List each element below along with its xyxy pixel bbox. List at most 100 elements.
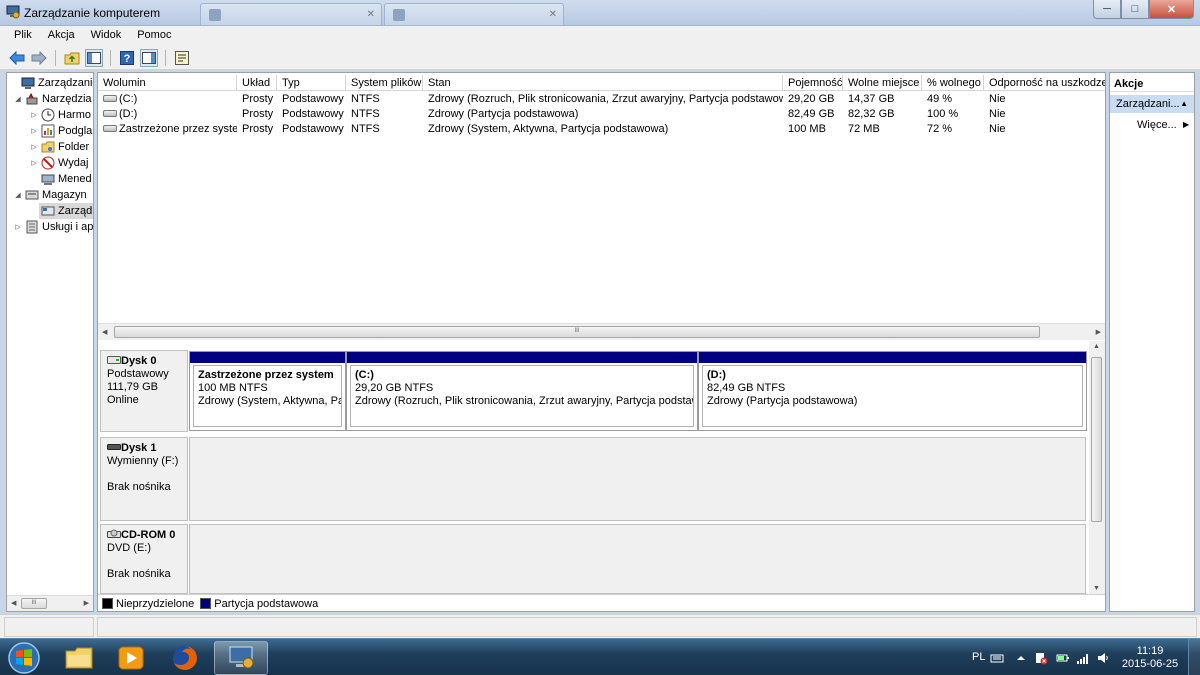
taskbar-computer-management[interactable] [214, 641, 268, 675]
back-button[interactable] [8, 49, 26, 67]
start-button[interactable] [4, 641, 44, 675]
keyboard-icon[interactable] [990, 651, 1004, 665]
menu-file[interactable]: Plik [6, 26, 40, 46]
menu-help[interactable]: Pomoc [129, 26, 179, 46]
show-hide-tree-button[interactable] [85, 48, 103, 67]
partition-system-reserved[interactable]: Zastrzeżone przez system 100 MB NTFS Zdr… [189, 351, 346, 431]
taskbar: PL 11:19 2015-06-25 [0, 638, 1200, 675]
network-signal-icon[interactable] [1076, 651, 1090, 665]
tree-item-device-manager[interactable]: Mened [39, 171, 92, 187]
help-button[interactable]: ? [118, 49, 136, 67]
table-row[interactable]: (D:) Prosty Podstawowy NTFS Zdrowy (Part… [98, 107, 1105, 122]
tree-item-task-scheduler[interactable]: ▷ Harmo [29, 107, 91, 123]
tree-item-event-viewer[interactable]: ▷ Podgla [29, 123, 92, 139]
minimize-button[interactable]: ─ [1093, 0, 1121, 19]
taskbar-media-player[interactable] [104, 641, 158, 675]
background-window-tab[interactable]: ✕ [384, 3, 564, 25]
column-header-status[interactable]: Stan [423, 75, 783, 91]
chevron-right-icon[interactable]: ▷ [29, 111, 39, 119]
chevron-expanded-icon[interactable]: ◢ [13, 95, 23, 103]
language-indicator[interactable]: PL [972, 651, 985, 663]
table-row[interactable]: (C:) Prosty Podstawowy NTFS Zdrowy (Rozr… [98, 92, 1105, 107]
scroll-up-icon[interactable]: ▲ [1093, 343, 1100, 350]
taskbar-explorer[interactable] [52, 641, 106, 675]
scroll-right-icon[interactable]: ▶ [1096, 328, 1101, 336]
tree-horizontal-scrollbar[interactable]: ◀ III ▶ [7, 595, 93, 611]
cdrom-0-label[interactable]: CD-ROM 0 DVD (E:) Brak nośnika [100, 524, 188, 594]
chevron-right-icon[interactable]: ▷ [29, 143, 39, 151]
volume-icon[interactable] [1096, 651, 1110, 665]
tree-item-system-tools[interactable]: ◢ Narzędzia [13, 91, 92, 107]
toolbar: ? [0, 46, 1200, 70]
column-header-type[interactable]: Typ [277, 75, 346, 91]
background-window-tab[interactable]: ✕ [200, 3, 382, 25]
tree-item-services-applications[interactable]: ▷ Usługi i ap [13, 219, 93, 235]
column-header-file-system[interactable]: System plików [346, 75, 423, 91]
show-desktop-button[interactable] [1188, 639, 1200, 675]
tree-item-storage[interactable]: ◢ Magazyn [13, 187, 86, 203]
chevron-right-icon[interactable]: ▷ [29, 127, 39, 135]
table-cell: NTFS [351, 108, 380, 120]
properties-button[interactable] [173, 49, 191, 67]
partition-c[interactable]: (C:) 29,20 GB NTFS Zdrowy (Rozruch, Plik… [346, 351, 698, 431]
close-icon[interactable]: ✕ [367, 9, 375, 20]
clock[interactable]: 11:19 2015-06-25 [1118, 645, 1182, 671]
tree-item-computer-management[interactable]: Zarządzanie k [9, 75, 93, 91]
scroll-right-icon[interactable]: ▶ [84, 599, 89, 607]
column-header-percent-free[interactable]: % wolnego [922, 75, 984, 91]
chevron-expanded-icon[interactable]: ◢ [13, 191, 23, 199]
disk-0-label[interactable]: Dysk 0 Podstawowy 111,79 GB Online [100, 350, 188, 432]
table-cell: Podstawowy [282, 108, 344, 120]
partition-size: 29,20 GB NTFS [355, 382, 434, 394]
tree-item-disk-management[interactable]: Zarząd [39, 203, 93, 219]
taskbar-firefox[interactable] [158, 641, 212, 675]
table-cell: 49 % [927, 93, 953, 105]
column-header-layout[interactable]: Układ [237, 75, 277, 91]
tree-item-performance[interactable]: ▷ Wydaj [29, 155, 88, 171]
volume-list-horizontal-scrollbar[interactable]: ◀ III ▶ [98, 323, 1105, 340]
more-actions-item[interactable]: Więce... ▶ [1137, 119, 1189, 131]
menu-view[interactable]: Widok [83, 26, 130, 46]
action-center-icon[interactable] [1034, 651, 1048, 665]
partition-status: Zdrowy (Partycja podstawowa) [707, 395, 858, 407]
show-hidden-icons-icon[interactable] [1014, 651, 1028, 665]
close-button[interactable]: ✕ [1149, 0, 1194, 19]
scroll-down-icon[interactable]: ▼ [1093, 585, 1100, 592]
up-folder-button[interactable] [63, 49, 81, 67]
table-cell: Zdrowy (Rozruch, Plik stronicowania, Zrz… [428, 93, 783, 105]
scroll-thumb[interactable]: III [114, 326, 1040, 338]
actions-header: Akcje [1110, 76, 1194, 92]
scroll-left-icon[interactable]: ◀ [11, 599, 16, 607]
disk-1-area[interactable] [189, 437, 1086, 521]
tree-item-shared-folders[interactable]: ▷ Folder [29, 139, 89, 155]
partition-d[interactable]: (D:) 82,49 GB NTFS Zdrowy (Partycja pods… [698, 351, 1087, 431]
scroll-thumb[interactable] [1091, 357, 1102, 522]
power-icon[interactable] [1056, 651, 1070, 665]
scroll-thumb[interactable]: III [21, 598, 47, 609]
chevron-right-icon[interactable]: ▷ [29, 159, 39, 167]
partition-type-bar [699, 352, 1086, 363]
table-row[interactable]: Zastrzeżone przez system Prosty Podstawo… [98, 122, 1105, 137]
menu-action[interactable]: Akcja [40, 26, 83, 46]
show-hide-action-pane-button[interactable] [140, 48, 158, 67]
column-header-volume[interactable]: Wolumin [98, 75, 237, 91]
close-icon[interactable]: ✕ [549, 9, 557, 20]
column-header-free-space[interactable]: Wolne miejsce [843, 75, 922, 91]
column-header-fault-tolerance[interactable]: Odporność na uszkodzenia [984, 75, 1105, 91]
disk-graphical-view: Dysk 0 Podstawowy 111,79 GB Online Zastr… [98, 341, 1088, 594]
disk-1-label[interactable]: Dysk 1 Wymienny (F:) Brak nośnika [100, 437, 188, 521]
collapse-icon[interactable]: ▲ [1180, 99, 1188, 108]
column-header-capacity[interactable]: Pojemność [783, 75, 843, 91]
disk-view-vertical-scrollbar[interactable]: ▲ ▼ [1089, 341, 1105, 594]
toolbar-separator [165, 49, 166, 66]
forward-button[interactable] [30, 49, 48, 67]
actions-section-label: Zarządzani... [1116, 98, 1180, 110]
chevron-right-icon[interactable]: ▷ [13, 223, 23, 231]
legend-unallocated-label: Nieprzydzielone [116, 597, 195, 610]
chevron-right-icon: ▶ [1183, 120, 1190, 129]
cdrom-0-area[interactable] [189, 524, 1086, 594]
actions-section-disk-management[interactable]: Zarządzani... ▲ [1110, 95, 1194, 113]
scroll-left-icon[interactable]: ◀ [102, 328, 107, 336]
maximize-button[interactable]: □ [1121, 0, 1149, 19]
help-icon: ? [120, 50, 134, 65]
